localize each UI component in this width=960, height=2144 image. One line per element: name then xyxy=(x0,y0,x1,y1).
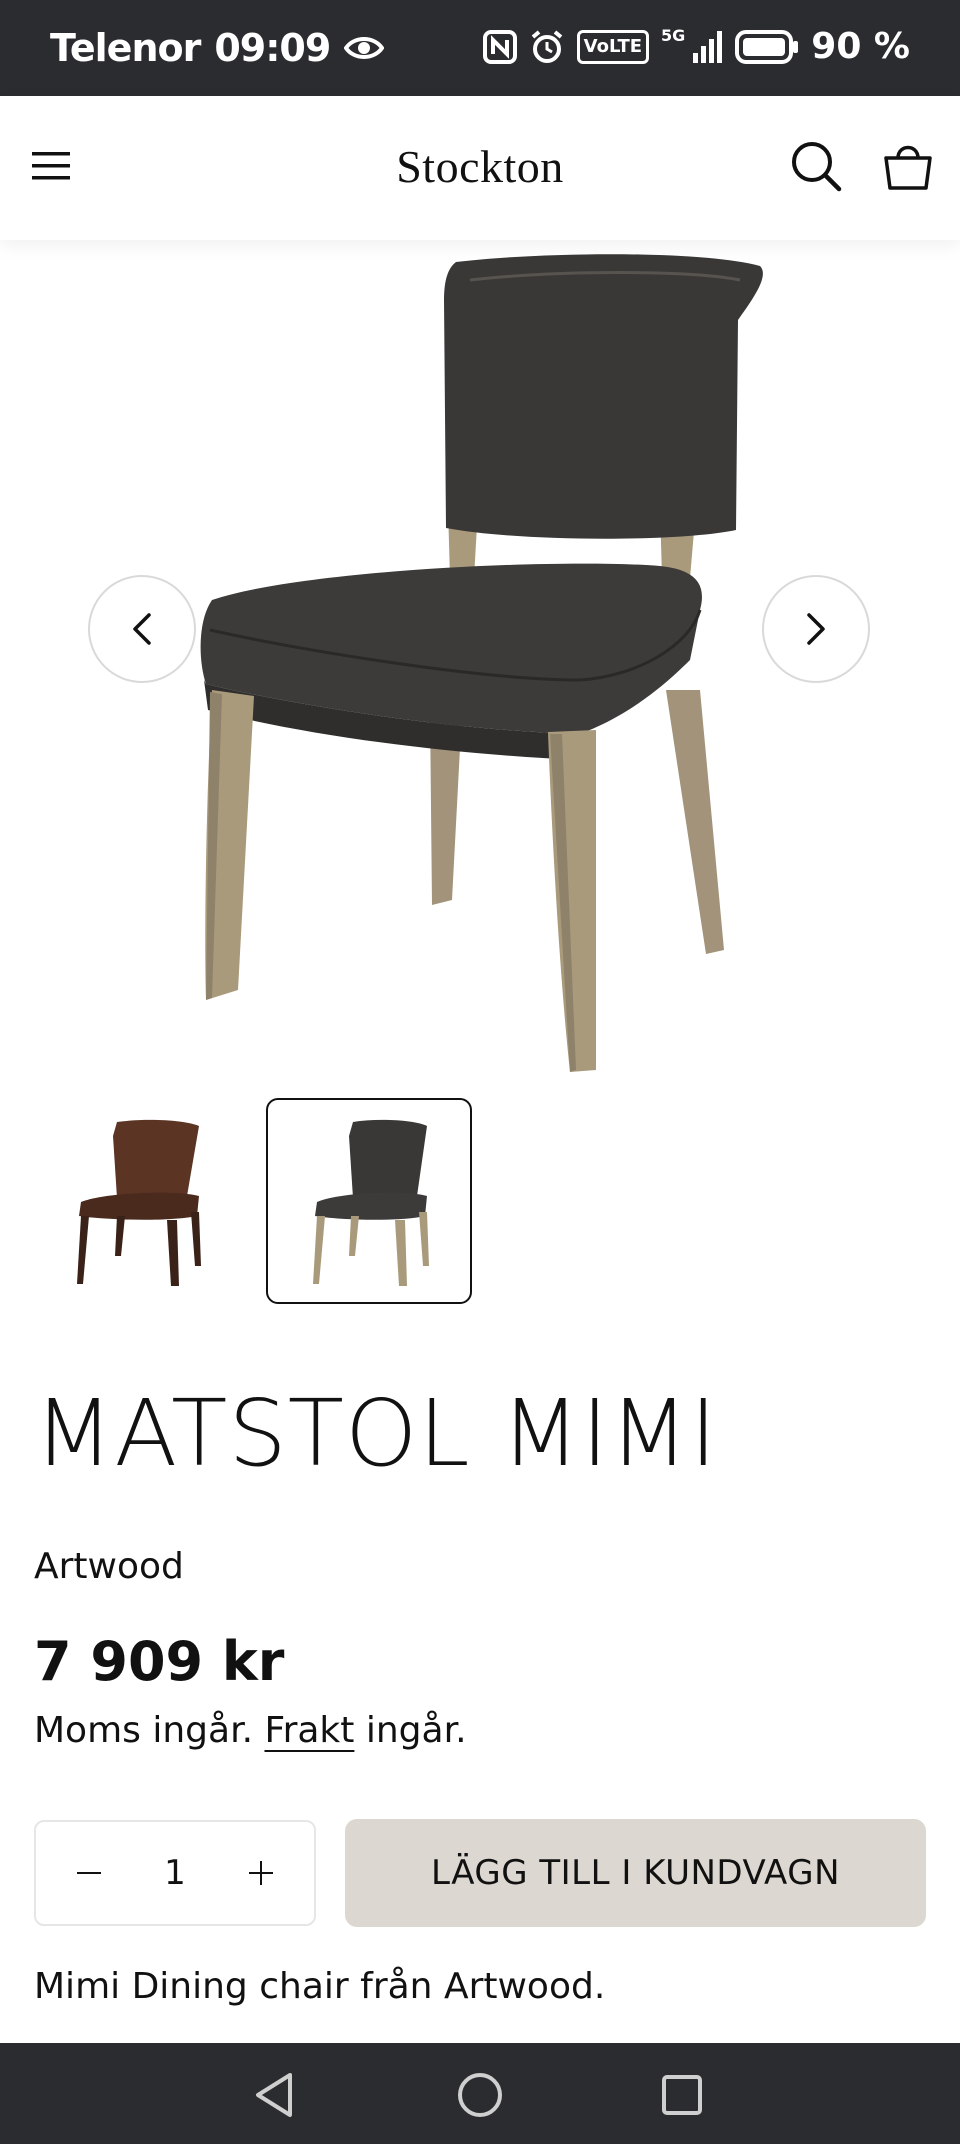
nfc-icon xyxy=(482,29,517,64)
brown-chair-image xyxy=(77,1119,201,1286)
clock: 09:09 xyxy=(214,26,331,70)
plus-icon xyxy=(249,1861,273,1885)
add-to-cart-button[interactable]: LÄGG TILL I KUNDVAGN xyxy=(345,1819,926,1927)
next-image-button[interactable] xyxy=(762,575,870,683)
search-icon xyxy=(792,142,842,192)
eye-icon xyxy=(344,34,385,62)
cart-button[interactable] xyxy=(880,138,936,194)
product-price: 7 909 kr xyxy=(34,1630,285,1693)
battery-percent: 90 % xyxy=(811,26,910,67)
signal-icon xyxy=(693,30,723,63)
increase-quantity-button[interactable] xyxy=(238,1850,284,1896)
shipping-link[interactable]: Frakt xyxy=(264,1710,354,1751)
alarm-icon xyxy=(529,29,565,65)
tax-text: Moms ingår. xyxy=(34,1710,254,1751)
carrier-name: Telenor xyxy=(50,26,201,70)
recents-button[interactable] xyxy=(654,2067,710,2123)
grey-chair-image xyxy=(313,1119,429,1286)
previous-image-button[interactable] xyxy=(88,575,196,683)
quantity-stepper xyxy=(34,1820,316,1926)
volte-icon: VoLTE xyxy=(576,29,650,64)
product-description: Mimi Dining chair från Artwood. xyxy=(34,1966,606,2007)
minus-icon xyxy=(77,1872,101,1874)
cart-icon xyxy=(884,145,932,190)
site-header: Stockton xyxy=(0,96,960,240)
back-icon xyxy=(256,2073,292,2117)
tax-info: Moms ingår. Frakt ingår. xyxy=(34,1710,467,1751)
product-main-image[interactable] xyxy=(0,240,960,1080)
chevron-left-icon xyxy=(133,613,151,645)
home-icon xyxy=(458,2073,502,2117)
status-left: Telenor 09:09 xyxy=(50,26,385,70)
tax-suffix: ingår. xyxy=(365,1710,467,1751)
back-button[interactable] xyxy=(246,2067,302,2123)
status-right: VoLTE 5G 90 % xyxy=(482,26,910,67)
recents-icon xyxy=(662,2075,702,2115)
product-vendor[interactable]: Artwood xyxy=(34,1546,184,1587)
quantity-input[interactable] xyxy=(145,1853,205,1893)
search-button[interactable] xyxy=(790,140,842,192)
decrease-quantity-button[interactable] xyxy=(66,1850,112,1896)
battery-icon xyxy=(735,29,799,64)
home-button[interactable] xyxy=(452,2067,508,2123)
status-bar: Telenor 09:09 VoLTE 5G 90 % xyxy=(0,0,960,96)
thumbnail-brown-chair[interactable] xyxy=(34,1098,240,1304)
product-title: MATSTOL MIMI xyxy=(34,1380,718,1487)
thumbnail-list xyxy=(34,1098,472,1304)
network-type: 5G xyxy=(661,26,686,45)
system-navigation-bar xyxy=(0,2043,960,2144)
chevron-right-icon xyxy=(807,613,825,645)
thumbnail-grey-chair[interactable] xyxy=(266,1098,472,1304)
